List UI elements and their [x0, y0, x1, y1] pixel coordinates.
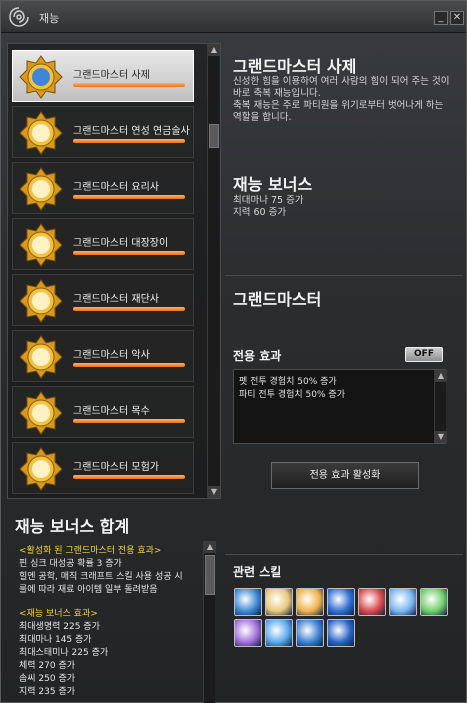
talent-progress-bar	[73, 83, 185, 87]
bonus-line: 지력 60 증가	[233, 207, 287, 218]
shield-skill-icon[interactable]	[327, 588, 355, 616]
related-skills-title: 관련 스킬	[233, 565, 282, 579]
shirt-icon	[19, 279, 63, 323]
talent-window: 재능 _ ✕ 그랜드마스터 사제그랜드마스터 연성 연금술사그랜드마스터 요리사…	[0, 0, 467, 703]
divider	[225, 554, 463, 555]
detail-title: 그랜드마스터 사제	[233, 57, 357, 76]
effect-line: 파티 전투 경험치 50% 증가	[239, 390, 345, 400]
alchemy-icon	[19, 111, 63, 155]
active-effect-header: <활성화 된 그랜드마스터 전용 효과>	[19, 546, 162, 556]
talent-item[interactable]: 그랜드마스터 악사	[12, 330, 194, 382]
wing-shield-skill-icon[interactable]	[296, 619, 324, 647]
talent-progress-bar	[73, 251, 185, 255]
talent-list: 그랜드마스터 사제그랜드마스터 연성 연금술사그랜드마스터 요리사그랜드마스터 …	[7, 43, 221, 499]
talent-item[interactable]: 그랜드마스터 재단사	[12, 274, 194, 326]
scroll-up-button[interactable]: ▲	[204, 541, 216, 553]
exclusive-effect-title: 전용 효과	[233, 349, 282, 363]
title-bar[interactable]: 재능 _ ✕	[1, 1, 466, 33]
talent-progress-bar	[73, 419, 185, 423]
star-skill-icon[interactable]	[327, 619, 355, 647]
saw-icon	[19, 391, 63, 435]
bonus-effect-line: 최대생명력 225 증가	[19, 622, 100, 632]
talent-progress-bar	[73, 307, 185, 311]
bonus-effect-line: 체력 270 증가	[19, 661, 76, 671]
talent-progress-bar	[73, 195, 185, 199]
bonus-summary-scrollbar[interactable]: ▲	[203, 541, 216, 703]
talent-item-label: 그랜드마스터 사제	[73, 70, 150, 81]
green-spear-skill-icon[interactable]	[420, 588, 448, 616]
scroll-down-button[interactable]: ▼	[435, 431, 447, 443]
effect-scrollbar[interactable]: ▲ ▼	[434, 370, 447, 443]
scroll-up-button[interactable]: ▲	[208, 44, 220, 56]
bonus-summary-title: 재능 보너스 합계	[15, 517, 130, 536]
talent-bonus-title: 재능 보너스	[233, 175, 313, 194]
talent-item[interactable]: 그랜드마스터 사제	[12, 50, 194, 102]
talent-item[interactable]: 그랜드마스터 목수	[12, 386, 194, 438]
talent-bonus-list: 최대마나 75 증가 지력 60 증가	[233, 195, 304, 219]
detail-description: 신성한 힘을 이용하여 여러 사람의 힘이 되어 주는 것이 바로 축복 재능입…	[233, 76, 449, 124]
blue-orb-skill-icon[interactable]	[234, 588, 262, 616]
window-title: 재능	[39, 12, 60, 25]
bonus-summary-panel: 재능 보너스 합계 <활성화 된 그랜드마스터 전용 효과> 핀 싱크 대성공 …	[7, 503, 221, 703]
talent-progress-bar	[73, 363, 185, 367]
talent-item-label: 그랜드마스터 모험가	[73, 462, 159, 473]
scroll-up-button[interactable]: ▲	[435, 370, 447, 382]
lute-icon	[19, 335, 63, 379]
talent-progress-bar	[73, 475, 185, 479]
divider	[225, 275, 463, 276]
active-effect-line: 핀 싱크 대성공 확률 3 증가	[19, 559, 122, 569]
talent-progress-bar	[73, 139, 185, 143]
effect-list-box: 펫 전투 경험치 50% 증가 파티 전투 경험치 50% 증가 ▲ ▼	[233, 369, 447, 444]
talent-list-scrollbar[interactable]: ▲ ▼	[207, 44, 220, 498]
talent-item-label: 그랜드마스터 목수	[73, 406, 150, 417]
blue-spear-skill-icon[interactable]	[265, 619, 293, 647]
effect-toggle-button[interactable]: OFF	[405, 347, 443, 362]
talent-item[interactable]: 그랜드마스터 모험가	[12, 442, 194, 494]
scroll-thumb[interactable]	[209, 124, 219, 148]
description-line: 축복 재능은 주로 파티원을 위기로부터 벗어나게 하는	[233, 100, 444, 111]
active-effect-line: 룰에 따라 재료 아이템 일부 돌려받음	[19, 585, 158, 595]
bonus-line: 최대마나 75 증가	[233, 195, 304, 206]
spear-skill-icon[interactable]	[389, 588, 417, 616]
description-line: 신성한 힘을 이용하여 여러 사람의 힘이 되어 주는 것이	[233, 76, 450, 87]
bonus-effect-line: 솜씨 250 증가	[19, 674, 76, 684]
anvil-icon	[19, 223, 63, 267]
scroll-thumb[interactable]	[205, 555, 215, 595]
hand-light-skill-icon[interactable]	[265, 588, 293, 616]
winged-heart-skill-icon[interactable]	[358, 588, 386, 616]
talent-item-label: 그랜드마스터 연성 연금술사	[73, 126, 190, 137]
scroll-down-button[interactable]: ▼	[208, 486, 220, 498]
bird-icon	[19, 55, 63, 99]
scroll-skill-icon[interactable]	[296, 588, 324, 616]
bonus-effect-line: 지력 235 증가	[19, 687, 76, 697]
purple-spear-skill-icon[interactable]	[234, 619, 262, 647]
chef-hat-icon	[19, 167, 63, 211]
talent-item-label: 그랜드마스터 요리사	[73, 182, 159, 193]
bonus-effect-line: 최대스태미나 225 증가	[19, 648, 109, 658]
close-button[interactable]: ✕	[450, 11, 464, 25]
compass-icon	[19, 447, 63, 491]
talent-item-label: 그랜드마스터 악사	[73, 350, 150, 361]
talent-item[interactable]: 그랜드마스터 요리사	[12, 162, 194, 214]
talent-item[interactable]: 그랜드마스터 대장장이	[12, 218, 194, 270]
bonus-effect-header: <재능 보너스 효과>	[19, 609, 98, 619]
talent-item-label: 그랜드마스터 재단사	[73, 294, 159, 305]
rank-title: 그랜드마스터	[233, 290, 322, 309]
description-line: 바로 축복 재능입니다.	[233, 88, 321, 99]
effect-line: 펫 전투 경험치 50% 증가	[239, 377, 337, 387]
description-line: 역할을 합니다.	[233, 112, 292, 123]
talent-item[interactable]: 그랜드마스터 연성 연금술사	[12, 106, 194, 158]
talent-item-label: 그랜드마스터 대장장이	[73, 238, 169, 249]
bonus-effect-line: 최대마나 145 증가	[19, 635, 92, 645]
active-effect-line: 힐엔 공학, 매직 크래프트 스킬 사용 성공 시	[19, 572, 183, 582]
activate-effect-button[interactable]: 전용 효과 활성화	[271, 462, 419, 489]
talent-emblem-icon	[9, 7, 29, 27]
minimize-button[interactable]: _	[434, 11, 448, 25]
